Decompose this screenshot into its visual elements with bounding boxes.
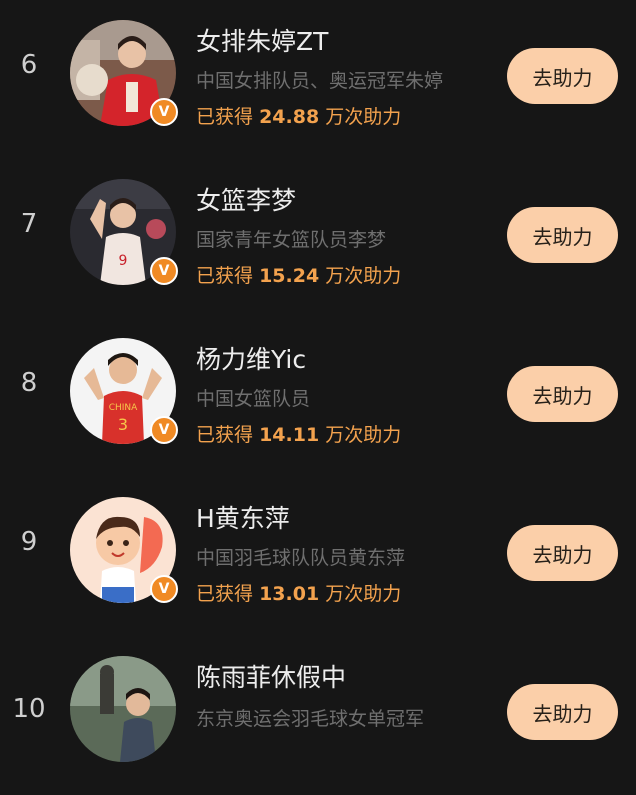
support-button[interactable]: 去助力 [507,525,618,581]
support-button[interactable]: 去助力 [507,366,618,422]
verified-v-icon: V [150,575,178,603]
athlete-name: 陈雨菲休假中 [196,663,347,692]
support-button[interactable]: 去助力 [507,684,618,740]
count-prefix: 已获得 [196,106,254,128]
athlete-description: 中国女排队员、奥运冠军朱婷 [196,70,444,92]
count-suffix: 万次助力 [325,106,402,128]
count-value: 24.88 [259,106,320,128]
athlete-description: 中国羽毛球队队员黄东萍 [196,547,406,569]
svg-text:3: 3 [118,415,128,434]
verified-v-icon: V [150,416,178,444]
svg-text:9: 9 [119,253,128,269]
count-suffix: 万次助力 [325,265,402,287]
count-value: 15.24 [259,265,320,287]
athlete-name: 女排朱婷ZT [196,27,329,56]
support-count: 已获得 24.88 万次助力 [196,102,401,129]
verified-v-icon: V [150,98,178,126]
count-prefix: 已获得 [196,583,254,605]
ranking-item-6[interactable]: 6 V 女排朱婷ZT 中国女排队员、奥运冠军朱婷 已获得 24.88 万次助力 … [0,0,636,159]
rank-number: 9 [20,527,38,557]
ranking-item-9[interactable]: 9 V H黄东萍 中国羽毛球队队员黄东萍 已获得 13.01 万次助力 去助力 [0,477,636,636]
verified-v-icon: V [150,257,178,285]
count-value: 14.11 [259,424,320,446]
athlete-name: 女篮李梦 [196,186,297,215]
athlete-description: 国家青年女篮队员李梦 [196,229,387,251]
rank-number: 6 [20,50,38,80]
count-suffix: 万次助力 [325,424,402,446]
rank-number: 8 [20,368,38,398]
athlete-name: 杨力维Yic [196,345,307,374]
ranking-item-7[interactable]: 7 9 V 女篮李梦 国家青年女篮队员李梦 已获得 15.24 万次助力 去助力 [0,159,636,318]
athlete-description: 东京奥运会羽毛球女单冠军 [196,708,425,730]
count-suffix: 万次助力 [325,583,402,605]
rank-number: 10 [12,694,46,724]
support-button[interactable]: 去助力 [507,207,618,263]
count-value: 13.01 [259,583,320,605]
avatar[interactable] [70,656,176,762]
ranking-item-8[interactable]: 8 CHINA 3 V 杨力维Yic 中国女篮队员 已获得 14.11 万次助力… [0,318,636,477]
count-prefix: 已获得 [196,424,254,446]
support-button[interactable]: 去助力 [507,48,618,104]
support-count: 已获得 14.11 万次助力 [196,420,401,447]
support-count: 已获得 13.01 万次助力 [196,579,401,606]
ranking-item-10[interactable]: 10 陈雨菲休假中 东京奥运会羽毛球女单冠军 去助力 [0,636,636,795]
athlete-description: 中国女篮队员 [196,388,311,410]
count-prefix: 已获得 [196,265,254,287]
svg-text:CHINA: CHINA [109,403,138,413]
rank-number: 7 [20,209,38,239]
support-count: 已获得 15.24 万次助力 [196,261,401,288]
athlete-name: H黄东萍 [196,504,290,533]
